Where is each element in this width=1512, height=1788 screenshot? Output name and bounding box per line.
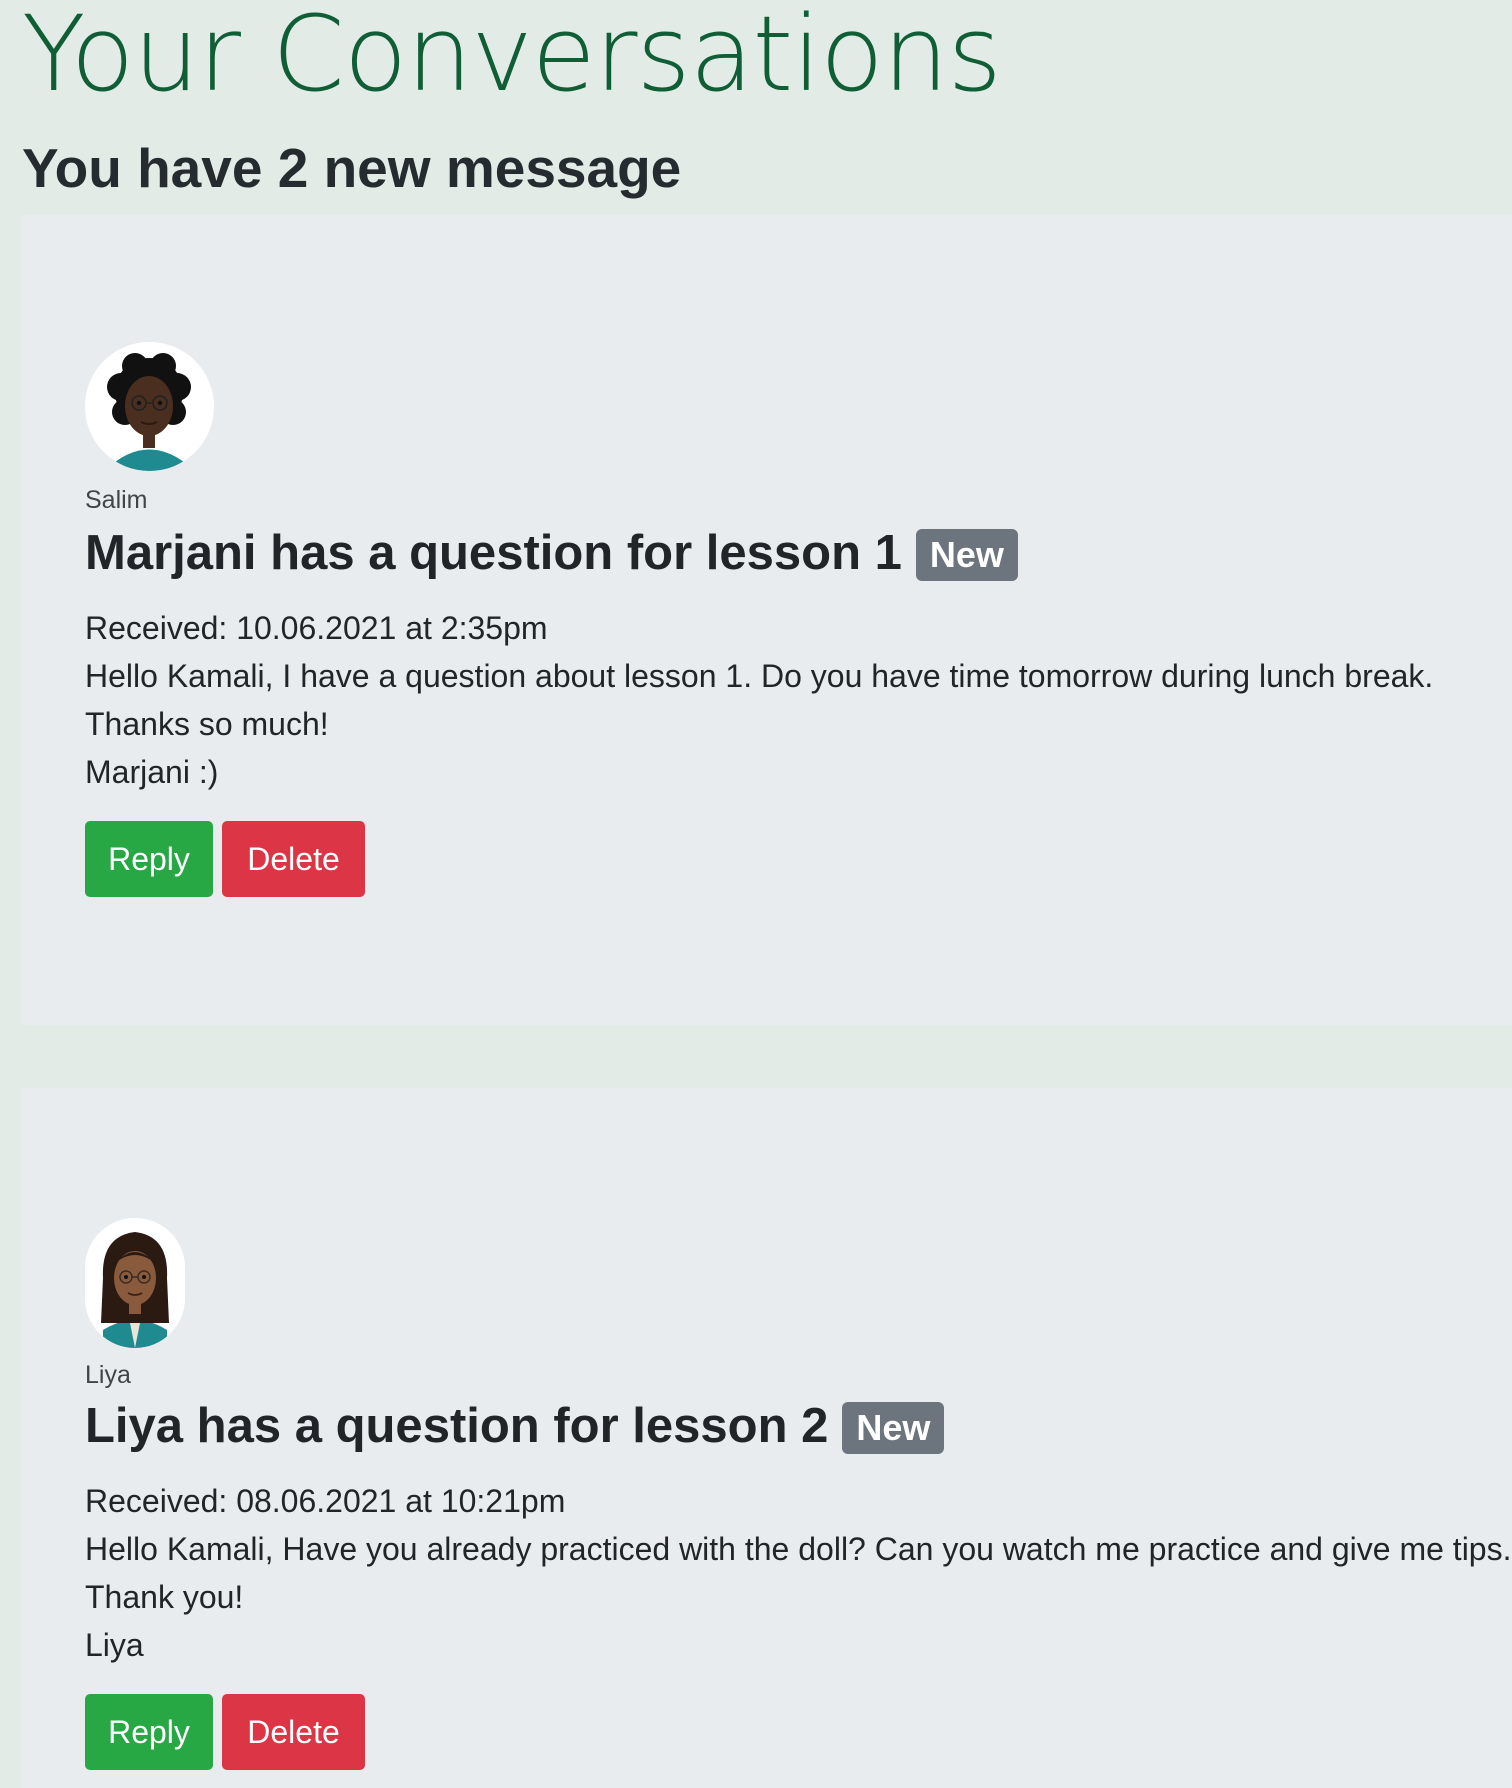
reply-button[interactable]: Reply xyxy=(85,1694,213,1770)
delete-button[interactable]: Delete xyxy=(222,1694,365,1770)
avatar xyxy=(85,342,214,471)
reply-button[interactable]: Reply xyxy=(85,821,213,897)
new-badge: New xyxy=(842,1402,945,1454)
page-title: Your Conversations xyxy=(22,0,1002,115)
avatar-curly-hair-icon xyxy=(85,342,214,471)
message-body-line: Hello Kamali, I have a question about le… xyxy=(85,658,1434,694)
avatar-long-hair-icon xyxy=(85,1218,185,1348)
received-date: Received: 08.06.2021 at 10:21pm xyxy=(85,1483,566,1519)
message-subject-text: Liya has a question for lesson 2 xyxy=(85,1399,829,1453)
message-body-line: Marjani :) xyxy=(85,754,219,790)
message-card: Liya Liya has a question for lesson 2 Ne… xyxy=(22,1088,1512,1788)
message-body-line: Hello Kamali, Have you already practiced… xyxy=(85,1531,1512,1567)
received-date: Received: 10.06.2021 at 2:35pm xyxy=(85,610,548,646)
message-card: Salim Marjani has a question for lesson … xyxy=(22,215,1512,1025)
message-subject-text: Marjani has a question for lesson 1 xyxy=(85,526,902,580)
message-subject: Marjani has a question for lesson 1 New xyxy=(85,523,1018,583)
avatar xyxy=(85,1218,185,1348)
sender-name: Salim xyxy=(85,486,148,514)
message-body-line: Thank you! xyxy=(85,1579,244,1615)
delete-button[interactable]: Delete xyxy=(222,821,365,897)
message-body-line: Thanks so much! xyxy=(85,706,329,742)
message-body-line: Liya xyxy=(85,1627,144,1663)
message-subject: Liya has a question for lesson 2 New xyxy=(85,1396,945,1456)
new-message-count: You have 2 new message xyxy=(22,137,682,199)
new-badge: New xyxy=(915,529,1018,581)
sender-name: Liya xyxy=(85,1361,131,1389)
